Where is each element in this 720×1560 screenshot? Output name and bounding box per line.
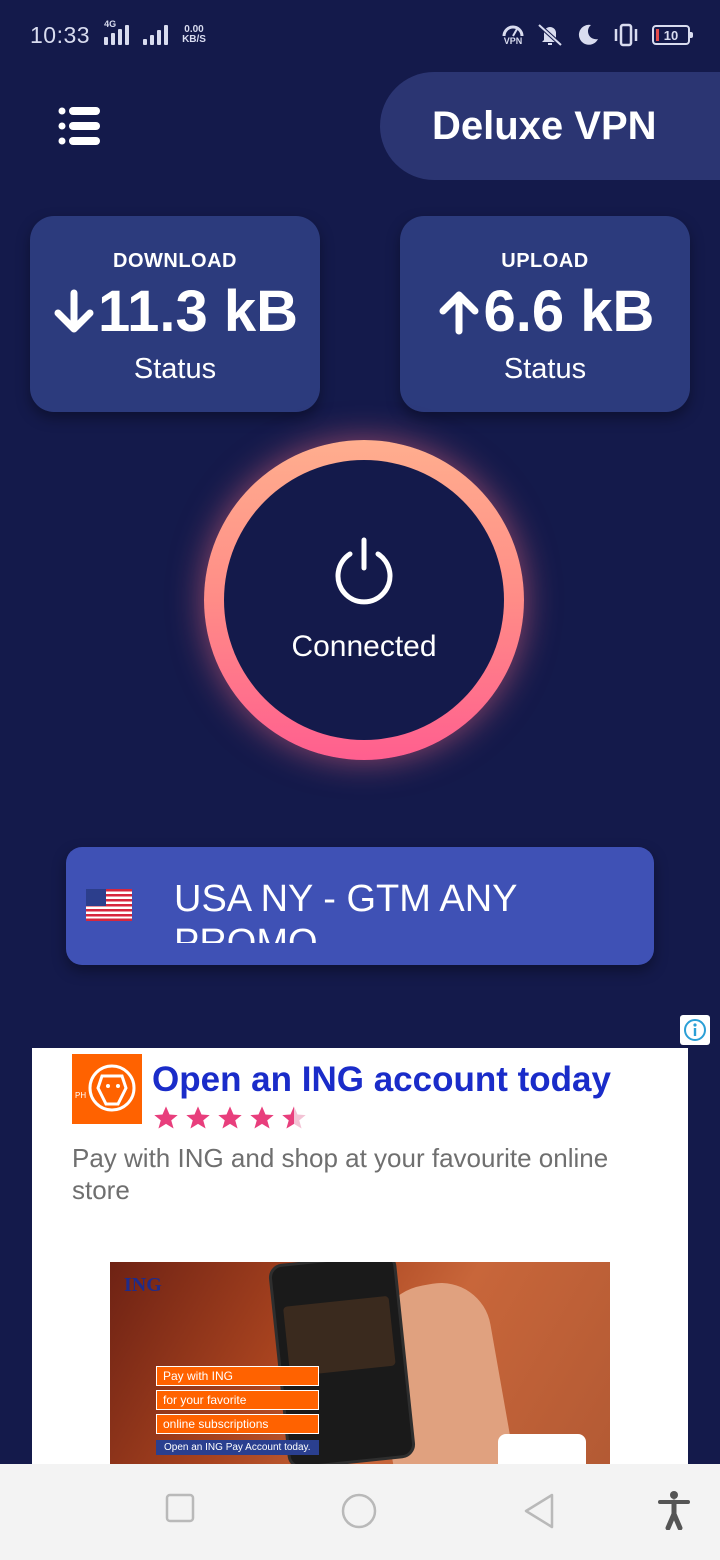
upload-title: UPLOAD bbox=[501, 250, 589, 272]
app-title: Deluxe VPN bbox=[432, 103, 657, 148]
ad-body-text: Pay with ING and shop at your favourite … bbox=[72, 1143, 609, 1205]
menu-list-icon bbox=[58, 107, 100, 145]
upload-value: 6.6 kB bbox=[483, 279, 655, 344]
app-title-pill: Deluxe VPN bbox=[380, 72, 720, 180]
connection-status: Connected bbox=[291, 630, 437, 663]
menu-button[interactable] bbox=[56, 104, 104, 148]
status-time: 10:33 bbox=[30, 21, 91, 48]
star-icon bbox=[250, 1106, 274, 1129]
circle-icon bbox=[341, 1493, 377, 1529]
download-card: DOWNLOAD 11.3 kB Status bbox=[30, 216, 320, 412]
ad-tag: for your favorite bbox=[156, 1390, 319, 1410]
nav-recents-button[interactable] bbox=[164, 1492, 196, 1529]
usa-flag-icon bbox=[86, 889, 132, 921]
square-icon bbox=[165, 1493, 195, 1523]
vpn-label: VPN bbox=[503, 35, 523, 46]
download-value: 11.3 kB bbox=[98, 279, 298, 344]
nav-home-button[interactable] bbox=[340, 1492, 378, 1535]
download-status: Status bbox=[133, 353, 217, 385]
ad-info-button[interactable] bbox=[680, 1015, 710, 1045]
ad-tag: Pay with ING bbox=[156, 1366, 319, 1386]
ad-banner[interactable]: PH Open an ING account today Pay with IN… bbox=[32, 1048, 688, 1468]
nav-back-button[interactable] bbox=[522, 1492, 556, 1535]
nav-accessibility-button[interactable] bbox=[656, 1490, 692, 1535]
download-title: DOWNLOAD bbox=[113, 250, 237, 272]
ing-lion-logo: PH bbox=[72, 1054, 142, 1124]
network-type: 4G bbox=[104, 19, 117, 29]
power-button-inner: Connected bbox=[224, 460, 504, 740]
vibrate-icon bbox=[614, 23, 638, 47]
info-icon bbox=[684, 1019, 706, 1041]
battery-level: 10 bbox=[663, 27, 679, 43]
status-bar-right: VPN 10 bbox=[502, 22, 693, 48]
ad-headline[interactable]: Open an ING account today bbox=[152, 1060, 611, 1100]
upload-value-row: 6.6 kB bbox=[436, 279, 655, 345]
arrow-up-icon bbox=[439, 291, 479, 335]
net-speed: 0.00 KB/S bbox=[182, 25, 206, 45]
upload-card: UPLOAD 6.6 kB Status bbox=[400, 216, 690, 412]
mini-phone-illustration bbox=[498, 1434, 586, 1468]
ad-image[interactable]: ING Pay with ING for your favorite onlin… bbox=[110, 1262, 610, 1468]
download-value-row: 11.3 kB bbox=[52, 279, 298, 345]
ad-image-cta: Open an ING Pay Account today. bbox=[156, 1440, 319, 1455]
triangle-back-icon bbox=[524, 1493, 554, 1529]
status-bar: 10:33 4G 0.00 KB/S VPN 10 bbox=[0, 0, 720, 70]
net-speed-unit: KB/S bbox=[182, 34, 206, 45]
star-half-icon bbox=[282, 1106, 306, 1129]
star-icon bbox=[218, 1106, 242, 1129]
vpn-status-icon: VPN bbox=[502, 25, 524, 46]
moon-icon bbox=[578, 24, 598, 45]
ad-tag: online subscriptions bbox=[156, 1414, 319, 1434]
battery-icon: 10 bbox=[652, 25, 693, 45]
ad-rating-stars bbox=[152, 1104, 308, 1132]
power-icon bbox=[335, 537, 393, 605]
connect-power-button[interactable]: Connected bbox=[204, 440, 524, 760]
accessibility-icon bbox=[658, 1491, 690, 1531]
status-bar-left: 10:33 4G 0.00 KB/S bbox=[30, 19, 206, 49]
upload-status: Status bbox=[503, 353, 587, 385]
star-icon bbox=[154, 1106, 178, 1129]
system-nav-bar bbox=[0, 1464, 720, 1560]
server-name: USA NY - GTM ANY PROMO bbox=[174, 878, 517, 943]
signal-icon: 4G bbox=[104, 19, 130, 45]
arrow-down-icon bbox=[54, 289, 94, 333]
ad-image-tags: Pay with ING for your favorite online su… bbox=[156, 1366, 319, 1455]
signal-2-icon bbox=[143, 25, 169, 45]
star-icon bbox=[186, 1106, 210, 1129]
server-selector-button[interactable]: USA NY - GTM ANY PROMO bbox=[66, 847, 654, 965]
svg-text:PH: PH bbox=[75, 1091, 86, 1100]
mute-bell-icon bbox=[537, 23, 563, 47]
ad-image-brand: ING bbox=[124, 1274, 162, 1296]
phone-screen bbox=[283, 1295, 396, 1377]
